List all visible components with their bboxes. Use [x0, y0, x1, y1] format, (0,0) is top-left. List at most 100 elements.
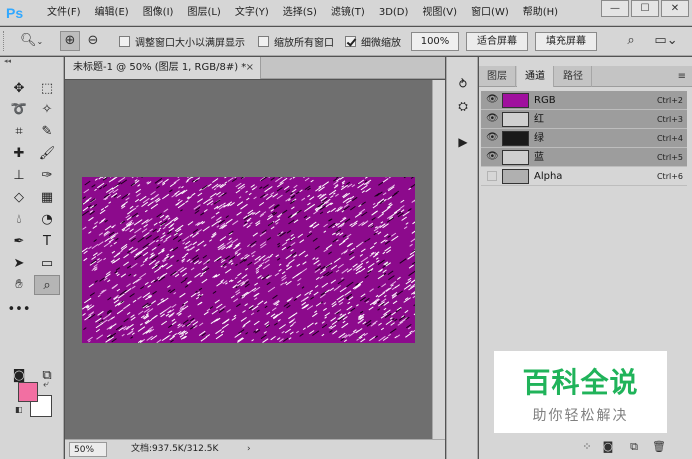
canvas-area[interactable]: [65, 80, 432, 439]
channel-shortcut: Ctrl+5: [656, 153, 683, 162]
status-menu-arrow[interactable]: ›: [247, 440, 251, 459]
channel-shortcut: Ctrl+4: [656, 134, 683, 143]
blur-tool-icon[interactable]: 💧︎: [6, 210, 32, 230]
tools-collapse-icon[interactable]: ◂◂: [4, 57, 60, 66]
zoom-in-icon: ⊕: [64, 33, 76, 48]
menu-items: 文件(F) 编辑(E) 图像(I) 图层(L) 文字(Y) 选择(S) 滤镜(T) 3D(D)…: [40, 0, 565, 26]
tab-paths[interactable]: 路径: [555, 66, 592, 87]
brush-tool-icon[interactable]: 🖌︎: [34, 144, 60, 164]
type-tool-icon[interactable]: T: [34, 232, 60, 252]
menu-item[interactable]: 滤镜(T): [324, 0, 372, 26]
move-tool-icon[interactable]: ✥: [6, 79, 32, 99]
eye-icon[interactable]: 👁︎: [486, 150, 499, 164]
menu-item[interactable]: 选择(S): [276, 0, 324, 26]
document-tab[interactable]: 未标题-1 @ 50% (图层 1, RGB/8#) * ×: [65, 57, 261, 79]
path-selection-icon[interactable]: ➤: [6, 254, 32, 274]
rectangle-tool-icon[interactable]: ▭: [34, 254, 60, 274]
magic-wand-icon[interactable]: ✧: [34, 100, 60, 120]
hand-tool-icon[interactable]: ✋︎: [6, 275, 32, 295]
menu-item[interactable]: 3D(D): [372, 0, 416, 26]
channel-thumbnail: [502, 112, 529, 127]
zoom-out-button[interactable]: ⊖: [83, 31, 103, 51]
channel-row[interactable]: 👁︎ RGB Ctrl+2: [481, 91, 687, 110]
menu-item[interactable]: 视图(V): [415, 0, 464, 26]
eyedropper-icon[interactable]: ✎: [34, 122, 60, 142]
default-colors-icon[interactable]: ◧: [15, 405, 23, 414]
menu-item[interactable]: 窗口(W): [464, 0, 516, 26]
document-title: 未标题-1 @ 50% (图层 1, RGB/8#) *: [73, 62, 247, 73]
channel-thumbnail: [502, 131, 529, 146]
resize-windows-option[interactable]: 调整窗口大小以满屏显示: [119, 34, 245, 49]
marquee-tool-icon[interactable]: ⬚: [34, 79, 60, 99]
channel-row[interactable]: 👁︎ 绿 Ctrl+4: [481, 129, 687, 148]
zoom-all-checkbox[interactable]: [258, 35, 269, 47]
eye-icon[interactable]: 👁︎: [486, 93, 499, 107]
tab-layers[interactable]: 图层: [479, 66, 516, 87]
menu-item[interactable]: 图层(L): [180, 0, 227, 26]
healing-brush-icon[interactable]: ✚: [6, 144, 32, 164]
eye-icon[interactable]: 👁︎: [486, 131, 499, 145]
visibility-toggle[interactable]: [487, 171, 497, 181]
search-button[interactable]: ⌕: [621, 31, 641, 51]
actions-play-icon[interactable]: ▶: [454, 133, 472, 151]
channel-row[interactable]: 👁︎ 红 Ctrl+3: [481, 110, 687, 129]
options-grip[interactable]: [3, 31, 6, 51]
close-button[interactable]: ✕: [661, 0, 689, 17]
channel-name: 绿: [534, 133, 544, 144]
resize-windows-label: 调整窗口大小以满屏显示: [135, 37, 245, 49]
fit-screen-button[interactable]: 适合屏幕: [466, 32, 528, 51]
close-tab-icon[interactable]: ×: [246, 57, 254, 79]
lasso-tool-icon[interactable]: ➰: [6, 100, 32, 120]
chevron-down-icon: ⌄: [36, 37, 44, 46]
more-tools-icon[interactable]: •••: [6, 300, 32, 320]
channel-row[interactable]: Alpha Ctrl+6: [481, 167, 687, 186]
tab-channels[interactable]: 通道: [517, 66, 554, 87]
document-info: 文档:937.5K/312.5K: [131, 444, 219, 454]
restore-button[interactable]: ☐: [631, 0, 659, 17]
resize-windows-checkbox[interactable]: [119, 35, 130, 47]
channel-list: 👁︎ RGB Ctrl+2 👁︎ 红 Ctrl+3 👁︎ 绿 Ctrl+4 👁︎ 蓝 Ctrl+5 Al…: [481, 91, 687, 186]
stamp-tool-icon[interactable]: ⊥: [6, 166, 32, 186]
load-selection-icon[interactable]: ⁘: [579, 439, 595, 455]
scrubby-zoom-checkbox[interactable]: [345, 35, 356, 47]
vertical-scrollbar[interactable]: [432, 80, 445, 439]
document-tab-bar: 未标题-1 @ 50% (图层 1, RGB/8#) * ×: [65, 57, 445, 79]
crop-tool-icon[interactable]: ⌗: [6, 122, 32, 142]
panel-menu-icon[interactable]: ≡: [678, 66, 686, 87]
workspace-icon: ▭⌄: [654, 33, 678, 48]
pen-tool-icon[interactable]: ✒: [6, 232, 32, 252]
options-bar: 🔍︎⌄ ⊕ ⊖ 调整窗口大小以满屏显示 缩放所有窗口 细微缩放 100% 适合屏…: [0, 27, 692, 56]
workspace-switcher[interactable]: ▭⌄: [651, 31, 681, 51]
menu-item[interactable]: 图像(I): [136, 0, 181, 26]
scrubby-zoom-option[interactable]: 细微缩放: [345, 34, 401, 49]
channel-name: Alpha: [534, 171, 563, 182]
tool-preset-picker[interactable]: 🔍︎⌄: [20, 32, 50, 51]
fill-screen-button[interactable]: 填充屏幕: [535, 32, 597, 51]
properties-panel-icon[interactable]: ⛭: [454, 97, 472, 115]
zoom-in-button[interactable]: ⊕: [60, 31, 80, 51]
menu-item[interactable]: 帮助(H): [516, 0, 565, 26]
gradient-tool-icon[interactable]: ▦: [34, 188, 60, 208]
delete-channel-icon[interactable]: 🗑︎: [651, 439, 667, 455]
channel-name: 蓝: [534, 152, 544, 163]
zoom-percent-field[interactable]: 100%: [411, 32, 459, 51]
history-brush-icon[interactable]: ✑: [34, 166, 60, 186]
foreground-color-swatch[interactable]: [18, 382, 38, 402]
zoom-tool-icon[interactable]: ⌕: [34, 275, 60, 295]
zoom-icon: 🔍︎: [20, 33, 37, 48]
dodge-tool-icon[interactable]: ◔: [34, 210, 60, 230]
eye-icon[interactable]: 👁︎: [486, 112, 499, 126]
menu-item[interactable]: 编辑(E): [88, 0, 136, 26]
minimize-button[interactable]: —: [601, 0, 629, 17]
save-selection-icon[interactable]: ◙: [600, 439, 616, 455]
zoom-all-option[interactable]: 缩放所有窗口: [258, 34, 334, 49]
eraser-tool-icon[interactable]: ◇: [6, 188, 32, 208]
scrubby-zoom-label: 细微缩放: [361, 37, 401, 49]
menu-item[interactable]: 文件(F): [40, 0, 88, 26]
menu-item[interactable]: 文字(Y): [228, 0, 276, 26]
new-channel-icon[interactable]: ⧉: [626, 439, 642, 455]
history-panel-icon[interactable]: ⥁: [454, 75, 472, 93]
document-canvas[interactable]: [82, 177, 415, 343]
channel-row[interactable]: 👁︎ 蓝 Ctrl+5: [481, 148, 687, 167]
status-zoom-field[interactable]: 50%: [69, 442, 107, 457]
